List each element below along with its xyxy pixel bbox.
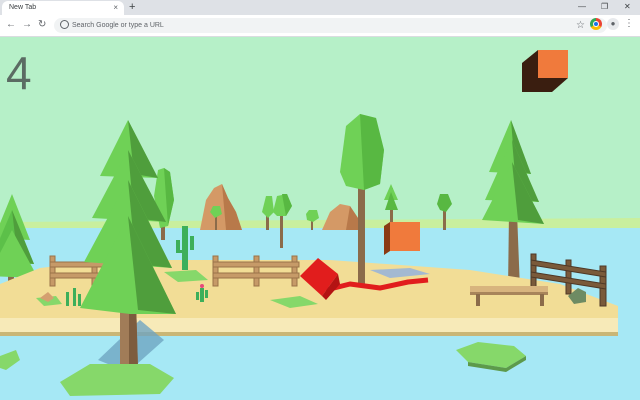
restore-icon[interactable]: ❐ <box>601 1 608 13</box>
orange-cube-pickup <box>384 222 420 255</box>
omnibox-placeholder: Search Google or type a URL <box>72 22 164 29</box>
tab-title: New Tab <box>9 4 37 11</box>
bookmark-star-icon[interactable]: ☆ <box>576 18 585 33</box>
sand-edge <box>0 318 618 332</box>
profile-icon[interactable]: ● <box>607 18 619 30</box>
game-canvas[interactable] <box>0 37 640 400</box>
reload-icon[interactable]: ↻ <box>38 18 46 32</box>
window-close-icon[interactable]: ✕ <box>624 1 631 13</box>
back-icon[interactable]: ← <box>6 18 16 32</box>
browser-toolbar: ← → ↻ Search Google or type a URL ☆ ● ⋮ <box>0 15 640 37</box>
tab-new-tab[interactable]: New Tab × <box>2 1 124 15</box>
close-icon[interactable]: × <box>113 3 118 13</box>
extension-icon[interactable] <box>590 18 602 30</box>
minimize-icon[interactable]: — <box>578 1 586 13</box>
omnibox[interactable]: Search Google or type a URL ☆ <box>54 18 607 33</box>
google-search-icon <box>60 20 69 29</box>
game-scene <box>0 37 640 400</box>
forward-icon[interactable]: → <box>22 18 32 32</box>
new-tab-button[interactable]: + <box>129 1 135 14</box>
tab-strip: New Tab × + — ❐ ✕ <box>0 0 640 15</box>
menu-icon[interactable]: ⋮ <box>624 17 634 31</box>
score-counter: 4 <box>6 47 32 99</box>
